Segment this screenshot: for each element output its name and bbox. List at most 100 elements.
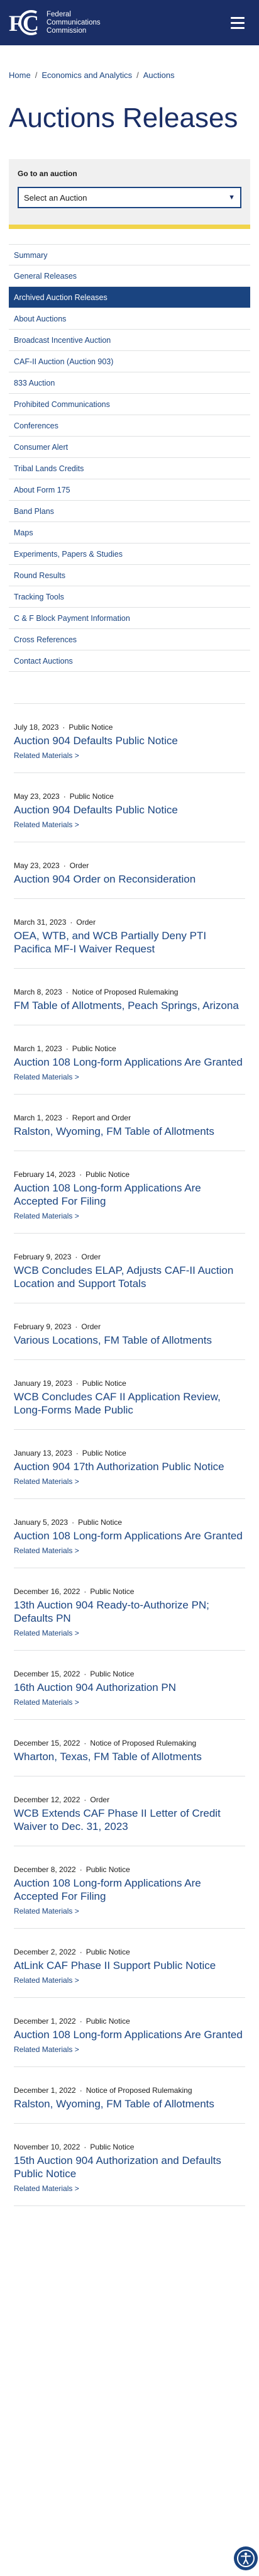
meta-separator: · (84, 2143, 87, 2151)
release-date: March 31, 2023 (14, 918, 67, 927)
release-title-link[interactable]: Ralston, Wyoming, FM Table of Allotments (14, 2097, 245, 2110)
release-title-link[interactable]: Various Locations, FM Table of Allotment… (14, 1334, 245, 1347)
release-meta: February 14, 2023 · Public Notice (14, 1170, 245, 1179)
release-meta: March 31, 2023 · Order (14, 918, 245, 927)
side-nav-item[interactable]: 833 Auction (9, 372, 250, 394)
release-date: December 8, 2022 (14, 1865, 76, 1874)
brand-name: Federal Communications Commission (47, 11, 101, 35)
release-meta: March 8, 2023 · Notice of Proposed Rulemak… (14, 988, 245, 996)
release-meta: December 16, 2022 · Public Notice (14, 1587, 245, 1596)
related-materials-link[interactable]: Related Materials > (14, 1698, 245, 1707)
release-meta: January 13, 2023 · Public Notice (14, 1449, 245, 1458)
side-nav-item[interactable]: Cross References (9, 629, 250, 650)
related-materials-link[interactable]: Related Materials > (14, 2045, 245, 2054)
release-title-link[interactable]: Auction 108 Long-form Applications Are A… (14, 1876, 245, 1903)
side-nav-item[interactable]: Tribal Lands Credits (9, 458, 250, 479)
breadcrumb-economics[interactable]: Economics and Analytics (41, 70, 132, 80)
side-nav-item[interactable]: CAF-II Auction (Auction 903) (9, 351, 250, 372)
side-nav-item[interactable]: Experiments, Papers & Studies (9, 544, 250, 565)
release-date: May 23, 2023 (14, 792, 60, 801)
side-nav-item[interactable]: Contact Auctions (9, 650, 250, 672)
related-materials-link[interactable]: Related Materials > (14, 820, 245, 829)
side-nav-item[interactable]: C & F Block Payment Information (9, 608, 250, 629)
fcc-brand-link[interactable]: FC Federal Communications Commission (9, 9, 101, 36)
release-date: February 9, 2023 (14, 1322, 72, 1331)
meta-separator: · (72, 1518, 75, 1527)
side-nav: Summary General Releases Archived Auction … (9, 244, 250, 672)
release-title-link[interactable]: Auction 108 Long-form Applications Are G… (14, 1056, 245, 1069)
side-nav-item[interactable]: About Auctions (9, 308, 250, 330)
side-nav-item[interactable]: Band Plans (9, 501, 250, 522)
release-title-link[interactable]: 15th Auction 904 Authorization and Defau… (14, 2154, 245, 2180)
release-title-link[interactable]: Wharton, Texas, FM Table of Allotments (14, 1750, 245, 1763)
release-type: Public Notice (82, 1379, 126, 1388)
side-nav-item[interactable]: General Releases (9, 265, 250, 287)
auction-select[interactable]: Select an Auction ▼ (18, 187, 241, 208)
breadcrumb-auctions[interactable]: Auctions (143, 70, 175, 80)
release-title-link[interactable]: Auction 108 Long-form Applications Are A… (14, 1181, 245, 1208)
side-nav-item[interactable]: Tracking Tools (9, 586, 250, 608)
release-item: December 2, 2022 · Public Notice AtLink CAF… (14, 1929, 245, 1998)
release-title-link[interactable]: Auction 108 Long-form Applications Are G… (14, 1529, 245, 1542)
release-title-link[interactable]: Auction 904 Order on Reconsideration (14, 873, 245, 886)
release-title-link[interactable]: OEA, WTB, and WCB Partially Deny PTI Pac… (14, 929, 245, 956)
related-materials-link[interactable]: Related Materials > (14, 1212, 245, 1220)
side-nav-item[interactable]: Archived Auction Releases (9, 287, 250, 308)
related-materials-link[interactable]: Related Materials > (14, 1976, 245, 1985)
release-meta: February 9, 2023 · Order (14, 1322, 245, 1331)
meta-separator: · (84, 1670, 87, 1678)
related-materials-link[interactable]: Related Materials > (14, 1477, 245, 1486)
side-nav-item[interactable]: About Form 175 (9, 479, 250, 501)
release-title-link[interactable]: Ralston, Wyoming, FM Table of Allotments (14, 1125, 245, 1138)
breadcrumb: Home / Economics and Analytics / Auction… (0, 45, 259, 80)
release-title-link[interactable]: Auction 904 Defaults Public Notice (14, 734, 245, 747)
release-title-link[interactable]: Auction 904 17th Authorization Public No… (14, 1460, 245, 1473)
auction-select-panel: Go to an auction Select an Auction ▼ (9, 159, 250, 229)
related-materials-link[interactable]: Related Materials > (14, 2184, 245, 2193)
side-nav-item[interactable]: Consumer Alert (9, 437, 250, 458)
accessibility-icon[interactable] (234, 2546, 258, 2570)
side-nav-item[interactable]: Broadcast Incentive Auction (9, 330, 250, 351)
hamburger-menu-icon[interactable] (224, 9, 251, 36)
release-meta: May 23, 2023 · Order (14, 861, 245, 870)
release-date: July 18, 2023 (14, 723, 59, 732)
release-meta: December 1, 2022 · Public Notice (14, 2017, 245, 2026)
release-title-link[interactable]: WCB Extends CAF Phase II Letter of Credi… (14, 1807, 245, 1833)
release-title-link[interactable]: WCB Concludes CAF II Application Review,… (14, 1390, 245, 1417)
related-materials-link[interactable]: Related Materials > (14, 1629, 245, 1637)
release-title-link[interactable]: 16th Auction 904 Authorization PN (14, 1681, 245, 1694)
release-item: March 31, 2023 · Order OEA, WTB, and WCB Pa… (14, 899, 245, 969)
release-title-link[interactable]: Auction 904 Defaults Public Notice (14, 803, 245, 817)
release-title-link[interactable]: 13th Auction 904 Ready-to-Authorize PN; … (14, 1598, 245, 1625)
release-title-link[interactable]: Auction 108 Long-form Applications Are G… (14, 2028, 245, 2041)
side-nav-item[interactable]: Round Results (9, 565, 250, 586)
release-meta: January 5, 2023 · Public Notice (14, 1518, 245, 1527)
related-materials-link[interactable]: Related Materials > (14, 1073, 245, 1081)
release-title-link[interactable]: AtLink CAF Phase II Support Public Notic… (14, 1959, 245, 1972)
release-date: January 19, 2023 (14, 1379, 72, 1388)
release-type: Public Notice (85, 1865, 130, 1874)
meta-separator: · (79, 1865, 82, 1874)
side-nav-item[interactable]: Conferences (9, 415, 250, 437)
breadcrumb-separator: / (35, 70, 38, 80)
release-title-link[interactable]: WCB Concludes ELAP, Adjusts CAF-II Aucti… (14, 1264, 245, 1290)
side-nav-item[interactable]: Summary (9, 244, 250, 265)
meta-separator: · (84, 1795, 87, 1804)
side-nav-item[interactable]: Prohibited Communications (9, 394, 250, 415)
related-materials-link[interactable]: Related Materials > (14, 1907, 245, 1915)
release-date: December 1, 2022 (14, 2086, 76, 2095)
release-item: November 10, 2022 · Public Notice 15th Auct… (14, 2124, 245, 2206)
release-type: Public Notice (85, 2017, 130, 2026)
release-meta: February 9, 2023 · Order (14, 1252, 245, 1261)
release-date: January 13, 2023 (14, 1449, 72, 1458)
breadcrumb-home[interactable]: Home (9, 70, 31, 80)
release-date: December 15, 2022 (14, 1670, 80, 1678)
release-item: December 8, 2022 · Public Notice Auction 10… (14, 1846, 245, 1929)
release-type: Report and Order (72, 1113, 131, 1122)
related-materials-link[interactable]: Related Materials > (14, 1546, 245, 1555)
release-item: December 15, 2022 · Notice of Proposed Rul… (14, 1720, 245, 1776)
meta-separator: · (75, 1379, 79, 1388)
release-title-link[interactable]: FM Table of Allotments, Peach Springs, A… (14, 999, 245, 1012)
side-nav-item[interactable]: Maps (9, 522, 250, 544)
related-materials-link[interactable]: Related Materials > (14, 751, 245, 760)
